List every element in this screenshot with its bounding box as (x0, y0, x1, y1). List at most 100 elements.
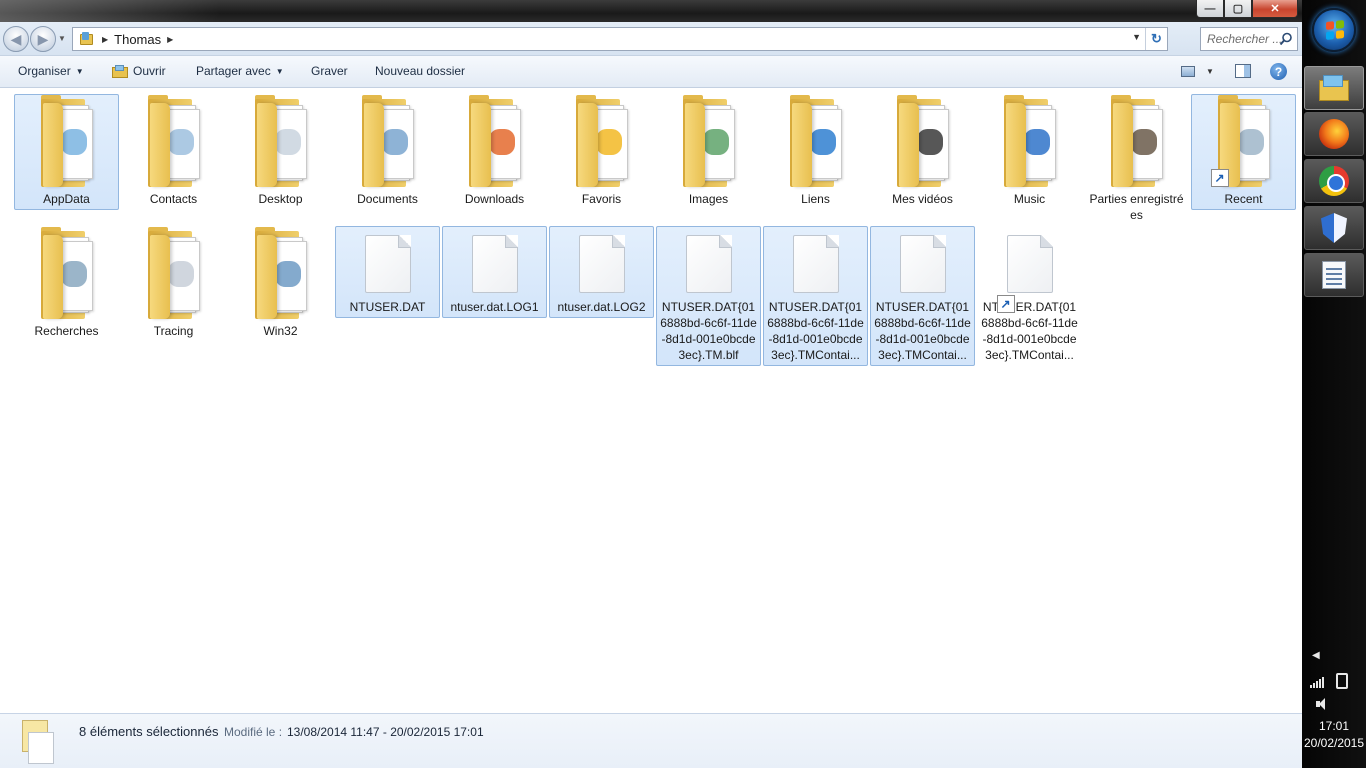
share-with-label: Partager avec (196, 64, 271, 78)
details-pane: 8 éléments sélectionnés Modifié le : 13/… (0, 713, 1302, 768)
folder-item-parties-enregistr-es[interactable]: Parties enregistrées (1084, 94, 1189, 226)
folder-item-appdata[interactable]: AppData (14, 94, 119, 210)
taskbar-firefox-button[interactable] (1304, 112, 1364, 156)
taskbar-explorer-button[interactable] (1304, 66, 1364, 110)
address-dropdown-icon[interactable]: ▼ (1132, 32, 1141, 42)
file-icon (566, 227, 638, 323)
folder-item-tracing[interactable]: Tracing (121, 226, 226, 342)
folder-item-contacts[interactable]: Contacts (121, 94, 226, 210)
item-label: Documents (357, 192, 418, 206)
search-input[interactable] (1207, 32, 1283, 46)
taskbar-security-button[interactable] (1304, 206, 1364, 250)
folder-icon (887, 95, 959, 191)
share-with-button[interactable]: Partager avec ▼ (196, 64, 284, 78)
taskbar-chrome-button[interactable] (1304, 159, 1364, 203)
item-label: Recent (1224, 192, 1263, 206)
item-label: Win32 (263, 324, 298, 338)
forward-arrow-icon: ▶ (37, 30, 49, 47)
folder-item-downloads[interactable]: Downloads (442, 94, 547, 210)
item-label: AppData (43, 192, 90, 206)
folder-item-images[interactable]: Images (656, 94, 761, 210)
file-item-ntuser-dat-log2[interactable]: ntuser.dat.LOG2 (549, 226, 654, 318)
item-label: Music (1013, 192, 1046, 206)
file-item-ntuser-dat[interactable]: NTUSER.DAT (335, 226, 440, 318)
folder-item-recent[interactable]: ↗ Recent (1191, 94, 1296, 210)
minimize-button[interactable]: — (1196, 0, 1224, 18)
security-icon (1321, 213, 1347, 243)
file-icon (887, 227, 959, 323)
forward-button[interactable]: ▶ (30, 26, 56, 52)
modified-date-value: 13/08/2014 11:47 - 20/02/2015 17:01 (287, 725, 484, 739)
clock-time[interactable]: 17:01 (1302, 719, 1366, 733)
open-button[interactable]: Ouvrir (112, 64, 166, 78)
view-options-dropdown-icon[interactable]: ▼ (1206, 67, 1214, 76)
network-icon[interactable] (1310, 676, 1326, 688)
explorer-window: — ▢ ✕ ◀ ▶ ▼ ▶ Thomas ▶ ▼ ↻ Organiser ▼ (0, 0, 1302, 768)
folder-item-favoris[interactable]: Favoris (549, 94, 654, 210)
folder-item-music[interactable]: Music (977, 94, 1082, 210)
breadcrumb-thomas[interactable]: Thomas (114, 32, 161, 47)
new-folder-label: Nouveau dossier (375, 64, 466, 78)
change-view-icon[interactable] (1181, 66, 1195, 77)
maximize-button[interactable]: ▢ (1224, 0, 1252, 18)
recent-pages-dropdown-icon[interactable]: ▼ (58, 34, 66, 43)
close-button[interactable]: ✕ (1252, 0, 1298, 18)
file-item-ntuser-dat-log1[interactable]: ntuser.dat.LOG1 (442, 226, 547, 318)
breadcrumb-arrow-icon[interactable]: ▶ (167, 35, 173, 44)
refresh-button[interactable]: ↻ (1145, 28, 1167, 50)
back-button[interactable]: ◀ (3, 26, 29, 52)
folder-icon (138, 227, 210, 323)
refresh-icon: ↻ (1151, 31, 1162, 46)
item-label: Contacts (149, 192, 198, 206)
folder-icon (245, 95, 317, 191)
address-bar[interactable]: ▶ Thomas ▶ ▼ ↻ (72, 27, 1168, 51)
clock-date[interactable]: 20/02/2015 (1302, 736, 1366, 750)
open-label: Ouvrir (133, 64, 166, 78)
file-icon: ↗ (994, 227, 1066, 323)
folder-item-liens[interactable]: Liens (763, 94, 868, 210)
preview-pane-icon[interactable] (1235, 64, 1251, 78)
folder-item-win32[interactable]: Win32 (228, 226, 333, 342)
folder-item-desktop[interactable]: Desktop (228, 94, 333, 210)
back-arrow-icon: ◀ (10, 30, 22, 47)
file-item-ntuser-dat-016888bd-6c6f-11de-8d1d-001e0[interactable]: ↗ NTUSER.DAT{016888bd-6c6f-11de-8d1d-001e… (977, 226, 1082, 366)
title-bar[interactable]: — ▢ ✕ (0, 0, 1302, 22)
taskbar-notepad-button[interactable] (1304, 253, 1364, 297)
firefox-icon (1319, 119, 1349, 149)
folder-item-mes-vid-os[interactable]: Mes vidéos (870, 94, 975, 210)
explorer-icon (1319, 75, 1349, 101)
file-item-ntuser-dat-016888bd-6c6f-11de-8d1d-001e0[interactable]: NTUSER.DAT{016888bd-6c6f-11de-8d1d-001e0… (870, 226, 975, 366)
modified-date-label: Modifié le : (224, 725, 283, 739)
windows-logo-icon (1326, 20, 1344, 40)
shortcut-arrow-icon: ↗ (1210, 169, 1229, 187)
chevron-down-icon: ▼ (275, 66, 284, 76)
burn-button[interactable]: Graver (311, 64, 348, 78)
folder-item-documents[interactable]: Documents (335, 94, 440, 210)
folder-item-recherches[interactable]: Recherches (14, 226, 119, 342)
new-folder-button[interactable]: Nouveau dossier (375, 64, 465, 78)
breadcrumb-arrow-icon[interactable]: ▶ (102, 35, 108, 44)
folder-icon (1101, 95, 1173, 191)
file-icon (780, 227, 852, 323)
open-folder-icon (112, 64, 128, 78)
item-label: Liens (801, 192, 830, 206)
item-label: Desktop (258, 192, 303, 206)
file-item-ntuser-dat-016888bd-6c6f-11de-8d1d-001e0[interactable]: NTUSER.DAT{016888bd-6c6f-11de-8d1d-001e0… (763, 226, 868, 366)
navigation-bar: ◀ ▶ ▼ ▶ Thomas ▶ ▼ ↻ (0, 22, 1302, 56)
search-icon[interactable] (1279, 32, 1293, 46)
item-label: Downloads (464, 192, 525, 206)
volume-icon[interactable] (1316, 697, 1328, 711)
folder-icon (673, 95, 745, 191)
folder-icon (566, 95, 638, 191)
item-label: Mes vidéos (892, 192, 953, 206)
show-hidden-icons-icon[interactable]: ◀ (1312, 650, 1320, 661)
shortcut-arrow-icon: ↗ (996, 295, 1015, 313)
folder-icon (780, 95, 852, 191)
help-icon[interactable]: ? (1270, 63, 1287, 80)
taskbar: ◀ 17:01 20/02/2015 (1302, 0, 1366, 768)
start-button[interactable] (1312, 8, 1356, 52)
organiser-button[interactable]: Organiser ▼ (18, 64, 84, 78)
file-item-ntuser-dat-016888bd-6c6f-11de-8d1d-001e0[interactable]: NTUSER.DAT{016888bd-6c6f-11de-8d1d-001e0… (656, 226, 761, 366)
power-icon[interactable] (1336, 673, 1348, 689)
notepad-icon (1322, 261, 1346, 289)
